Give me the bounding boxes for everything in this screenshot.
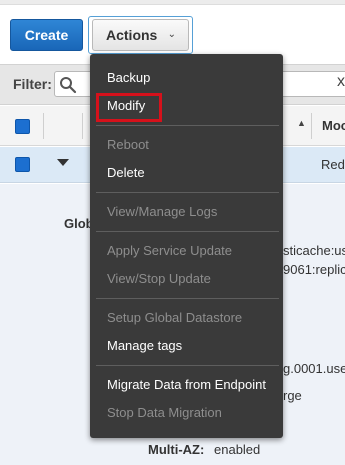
menu-item-delete[interactable]: Delete [107, 165, 145, 180]
multi-az-value: enabled [214, 442, 261, 457]
menu-item-reboot: Reboot [107, 137, 149, 152]
menu-item-apply-service-update: Apply Service Update [107, 243, 233, 258]
sort-ascending-icon[interactable]: ▲ [297, 118, 306, 128]
row-engine-value: Red [321, 157, 345, 172]
menu-item-backup[interactable]: Backup [107, 70, 150, 85]
menu-divider [96, 192, 279, 193]
expand-row-icon[interactable] [57, 159, 69, 166]
detail-arn-fragment: 9061:replic [283, 262, 345, 277]
menu-item-setup-global-datastore: Setup Global Datastore [107, 310, 243, 325]
actions-button[interactable]: Actions ⌄ [92, 19, 189, 51]
modify-highlight-box [96, 93, 162, 122]
clear-filter-icon[interactable]: x [337, 73, 345, 91]
column-divider [43, 113, 44, 139]
menu-item-stop-data-migration: Stop Data Migration [107, 405, 222, 420]
menu-item-manage-tags[interactable]: Manage tags [107, 338, 182, 353]
menu-divider [96, 125, 279, 126]
menu-item-view-manage-logs: View/Manage Logs [107, 204, 218, 219]
search-icon [60, 77, 77, 94]
filter-label: Filter: [13, 76, 52, 92]
actions-button-label: Actions [106, 27, 158, 43]
multi-az-label: Multi-AZ: [148, 442, 205, 457]
column-header-mode[interactable]: Moc [322, 118, 345, 133]
menu-item-view-stop-update: View/Stop Update [107, 271, 211, 286]
detail-size-fragment: rge [283, 388, 302, 403]
menu-divider [96, 231, 279, 232]
menu-divider [96, 365, 279, 366]
chevron-down-icon: ⌄ [167, 29, 176, 40]
column-divider [311, 113, 312, 139]
menu-item-migrate-data[interactable]: Migrate Data from Endpoint [107, 377, 266, 392]
column-divider [82, 113, 83, 139]
row-checkbox[interactable] [15, 157, 30, 172]
detail-endpoint-fragment: g.0001.use [283, 361, 345, 376]
select-all-checkbox[interactable] [15, 119, 30, 134]
menu-divider [96, 298, 279, 299]
top-strip [0, 0, 345, 5]
create-button[interactable]: Create [10, 19, 83, 51]
detail-arn-fragment: sticache:us [283, 243, 345, 258]
